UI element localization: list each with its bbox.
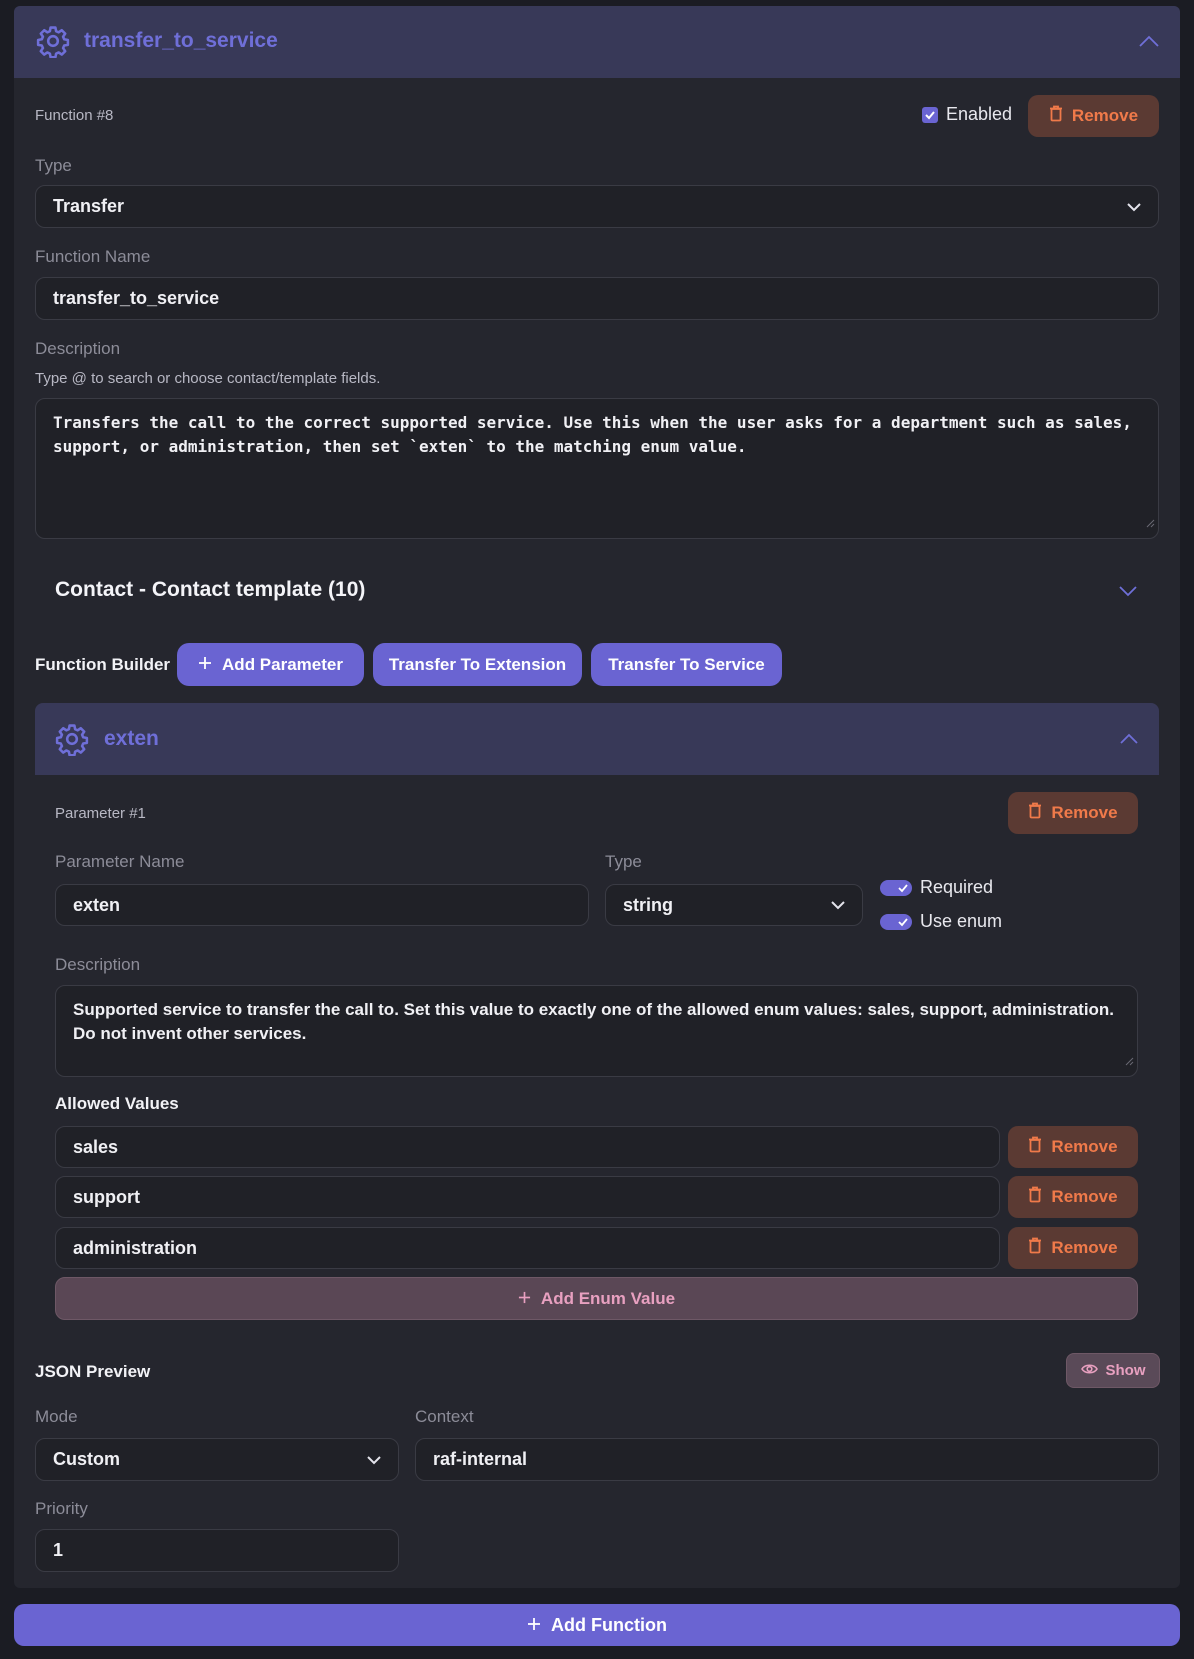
json-preview-label: JSON Preview — [35, 1362, 151, 1381]
use-enum-label: Use enum — [920, 911, 1003, 931]
remove-enum-label: Remove — [1051, 1137, 1118, 1156]
description-label: Description — [35, 339, 121, 358]
transfer-to-extension-label: Transfer To Extension — [388, 654, 567, 674]
remove-parameter-label: Remove — [1051, 803, 1118, 822]
required-label: Required — [920, 877, 994, 897]
function-name-label: Function Name — [35, 247, 151, 266]
priority-input[interactable]: 1 — [35, 1529, 399, 1572]
plus-icon — [518, 1289, 531, 1309]
enum-value-text: administration — [73, 1237, 198, 1258]
type-label: Type — [35, 156, 72, 175]
parameter-description-label: Description — [55, 955, 141, 974]
resize-handle-icon[interactable] — [1146, 511, 1155, 535]
chevron-down-icon[interactable] — [1118, 584, 1138, 602]
parameter-type-value: string — [623, 894, 674, 915]
function-card-header[interactable]: transfer_to_service — [14, 6, 1180, 78]
add-parameter-label: Add Parameter — [222, 654, 343, 674]
function-name-input[interactable]: transfer_to_service — [35, 277, 1159, 320]
function-title: transfer_to_service — [84, 29, 278, 52]
eye-icon — [1080, 1362, 1098, 1379]
add-function-button[interactable]: Add Function — [14, 1604, 1180, 1646]
trash-icon — [1028, 802, 1042, 824]
transfer-to-service-button[interactable]: Transfer To Service — [591, 643, 782, 686]
add-parameter-button[interactable]: Add Parameter — [177, 643, 364, 686]
chevron-down-icon — [366, 1452, 382, 1473]
function-number: Function #8 — [35, 107, 114, 124]
context-value: raf-internal — [433, 1449, 528, 1469]
show-json-button[interactable]: Show — [1066, 1353, 1160, 1388]
remove-enum-label: Remove — [1051, 1238, 1118, 1257]
chevron-down-icon — [830, 897, 846, 918]
transfer-to-extension-button[interactable]: Transfer To Extension — [373, 643, 582, 686]
remove-enum-button[interactable]: Remove — [1008, 1126, 1138, 1168]
parameter-type-select[interactable]: string — [605, 884, 863, 926]
parameter-type-label: Type — [605, 852, 642, 871]
use-enum-toggle[interactable] — [880, 914, 912, 930]
remove-parameter-button[interactable]: Remove — [1008, 792, 1138, 834]
resize-handle-icon[interactable] — [1125, 1049, 1134, 1073]
description-hint: Type @ to search or choose contact/templ… — [35, 370, 381, 387]
priority-label: Priority — [35, 1499, 88, 1518]
parameter-description-text: Supported service to transfer the call t… — [73, 1000, 1115, 1043]
add-enum-value-label: Add Enum Value — [540, 1288, 676, 1308]
parameter-description-textarea[interactable]: Supported service to transfer the call t… — [55, 985, 1138, 1077]
description-text: Transfers the call to the correct suppor… — [53, 413, 1132, 456]
enum-value-input[interactable]: support — [55, 1176, 1000, 1218]
function-name-value: transfer_to_service — [53, 288, 220, 308]
remove-function-button[interactable]: Remove — [1028, 95, 1159, 137]
parameter-name-value: exten — [73, 894, 121, 915]
trash-icon — [1028, 1136, 1042, 1158]
transfer-to-service-label: Transfer To Service — [608, 654, 765, 674]
parameter-number: Parameter #1 — [55, 805, 146, 822]
required-toggle[interactable] — [880, 880, 912, 896]
context-input[interactable]: raf-internal — [415, 1438, 1159, 1481]
remove-enum-button[interactable]: Remove — [1008, 1176, 1138, 1218]
remove-function-label: Remove — [1071, 106, 1139, 125]
trash-icon — [1028, 1186, 1042, 1208]
show-json-label: Show — [1105, 1362, 1146, 1379]
enum-value-input[interactable]: administration — [55, 1227, 1000, 1269]
parameter-title: exten — [104, 727, 159, 750]
allowed-values-label: Allowed Values — [55, 1094, 179, 1113]
remove-enum-button[interactable]: Remove — [1008, 1227, 1138, 1269]
context-label: Context — [415, 1407, 474, 1426]
type-select-value: Transfer — [53, 196, 125, 216]
trash-icon — [1028, 1237, 1042, 1259]
plus-icon — [527, 1615, 541, 1636]
enabled-checkbox[interactable] — [922, 107, 938, 123]
add-enum-value-button[interactable]: Add Enum Value — [55, 1277, 1138, 1320]
type-select[interactable]: Transfer — [35, 185, 1159, 228]
gear-icon — [36, 24, 70, 63]
enum-value-text: support — [73, 1186, 140, 1207]
chevron-up-icon[interactable] — [1119, 732, 1139, 750]
contact-section-title[interactable]: Contact - Contact template (10) — [55, 578, 365, 602]
mode-value: Custom — [53, 1449, 120, 1469]
chevron-up-icon[interactable] — [1138, 34, 1160, 53]
enabled-label: Enabled — [946, 104, 1013, 124]
enum-value-text: sales — [73, 1136, 119, 1157]
parameter-name-input[interactable]: exten — [55, 884, 589, 926]
function-card: transfer_to_service — [14, 6, 1180, 1588]
parameter-name-label: Parameter Name — [55, 852, 185, 871]
plus-icon — [198, 655, 212, 675]
mode-select[interactable]: Custom — [35, 1438, 399, 1481]
remove-enum-label: Remove — [1051, 1187, 1118, 1206]
trash-icon — [1049, 105, 1063, 127]
description-textarea[interactable]: Transfers the call to the correct suppor… — [35, 398, 1159, 539]
parameter-card-header[interactable]: exten — [35, 703, 1159, 775]
add-function-label: Add Function — [551, 1614, 667, 1635]
function-builder-label: Function Builder — [35, 655, 171, 674]
enum-value-input[interactable]: sales — [55, 1126, 1000, 1168]
chevron-down-icon — [1126, 199, 1142, 220]
priority-value: 1 — [53, 1540, 64, 1560]
gear-icon — [55, 722, 89, 761]
mode-label: Mode — [35, 1407, 78, 1426]
